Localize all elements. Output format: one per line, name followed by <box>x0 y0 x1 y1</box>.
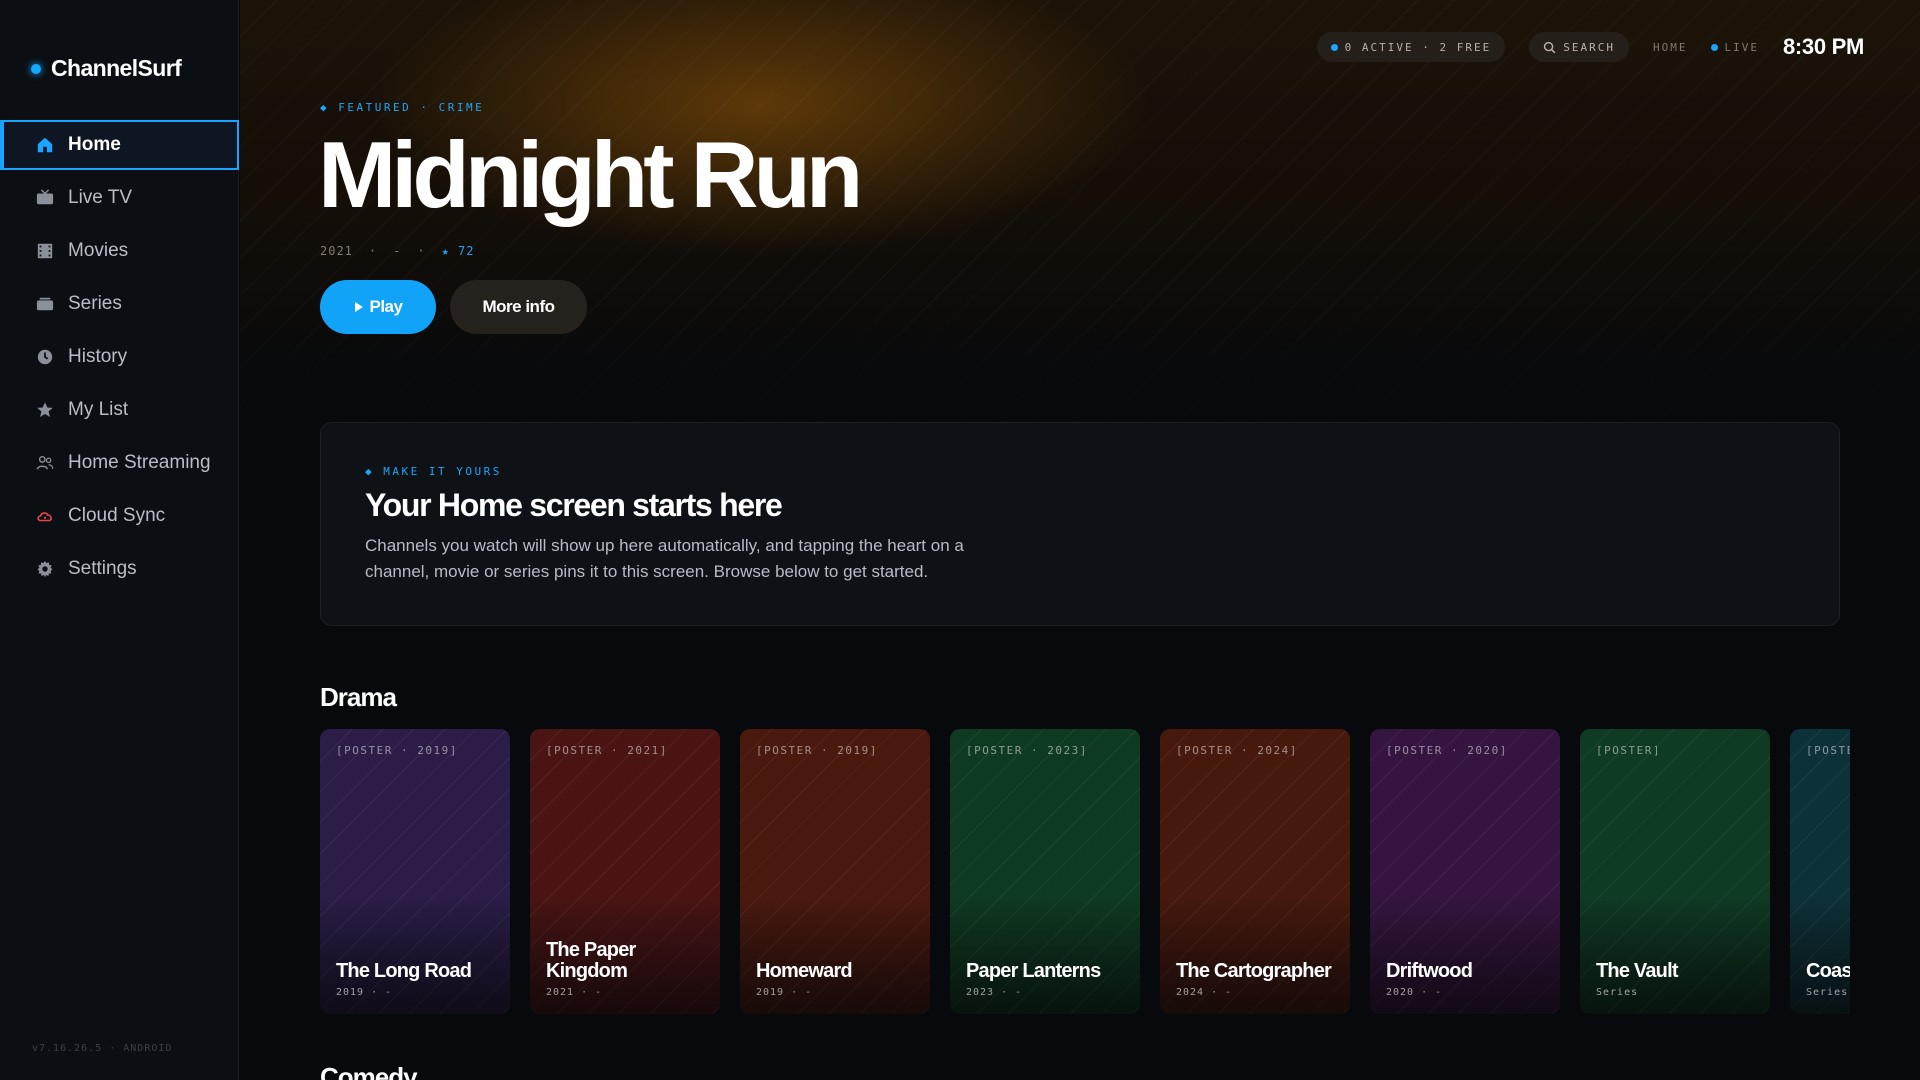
poster-title: Homeward <box>756 960 853 982</box>
connection-status-text: 0 ACTIVE · 2 FREE <box>1344 40 1492 54</box>
sidebar-item-my-list[interactable]: My List <box>0 385 239 435</box>
users-icon <box>36 454 54 472</box>
clock: 8:30 PM <box>1782 34 1864 59</box>
home-icon <box>36 136 54 154</box>
poster-subtitle: 2019 · - <box>336 987 393 998</box>
drama-row: [POSTER · 2019] The Long Road 2019 · - [… <box>320 729 1850 1014</box>
poster-tag: [POSTER] <box>1596 744 1661 757</box>
sidebar-item-label: Settings <box>68 558 137 579</box>
row-title-drama: Drama <box>320 682 397 712</box>
sidebar-item-live-tv[interactable]: Live TV <box>0 173 239 223</box>
gear-icon <box>36 560 54 578</box>
hero-rating: ★ 72 <box>441 244 475 258</box>
featured-tag: ◆ FEATURED · CRIME <box>320 101 485 114</box>
sidebar-item-label: Live TV <box>68 187 133 208</box>
sidebar-item-label: My List <box>68 399 129 420</box>
sidebar-item-label: Series <box>68 293 122 314</box>
hero-meta-separator: · <box>417 244 426 258</box>
poster-tag: [POSTER] <box>1806 744 1850 757</box>
clock-icon <box>36 348 54 366</box>
poster-card[interactable]: [POSTER · 2024] The Cartographer 2024 · … <box>1160 729 1350 1014</box>
sidebar-item-label: Home <box>68 134 121 155</box>
sidebar-item-series[interactable]: Series <box>0 279 239 329</box>
poster-title: Paper Lanterns <box>966 960 1101 982</box>
hero-title: Midnight Run <box>318 122 863 227</box>
play-button-label: Play <box>369 297 403 316</box>
home-intro-card: ◆ MAKE IT YOURS Your Home screen starts … <box>320 422 1840 626</box>
sidebar-item-settings[interactable]: Settings <box>0 544 239 594</box>
sidebar-item-cloud-sync[interactable]: Cloud Sync <box>0 491 239 541</box>
poster-title: Driftwood <box>1386 960 1473 982</box>
poster-subtitle: 2023 · - <box>966 987 1023 998</box>
sidebar-item-label: Cloud Sync <box>68 505 166 526</box>
poster-tag: [POSTER · 2023] <box>966 744 1088 757</box>
poster-title: The Cartographer <box>1176 960 1332 982</box>
connection-status-badge: 0 ACTIVE · 2 FREE <box>1316 32 1506 62</box>
row-title-comedy: Comedy <box>320 1062 418 1080</box>
poster-subtitle: 2024 · - <box>1176 987 1233 998</box>
star-icon <box>36 401 54 419</box>
sidebar-item-home-streaming[interactable]: Home Streaming <box>0 438 239 488</box>
poster-subtitle: 2019 · - <box>756 987 813 998</box>
sidebar-item-label: Movies <box>68 240 129 261</box>
poster-subtitle: Series <box>1806 987 1849 998</box>
hero-meta-separator: · <box>368 244 378 258</box>
hero-year: 2021 <box>320 244 353 258</box>
top-bar: 0 ACTIVE · 2 FREE SEARCH HOME LIVE 8:30 … <box>1316 32 1864 62</box>
tv-icon <box>36 189 54 207</box>
home-link[interactable]: HOME <box>1653 41 1688 54</box>
status-dot-icon <box>1330 43 1338 51</box>
intro-tag: ◆ MAKE IT YOURS <box>365 465 502 478</box>
poster-title: The Vault <box>1596 960 1679 982</box>
search-label: SEARCH <box>1563 40 1615 54</box>
hero-meta: 2021 · - · ★ 72 <box>320 244 475 258</box>
series-icon <box>36 295 54 313</box>
poster-tag: [POSTER · 2019] <box>756 744 878 757</box>
sidebar-item-label: History <box>68 346 128 367</box>
app-version: v7.16.26.5 · ANDROID <box>32 1043 173 1054</box>
search-button[interactable]: SEARCH <box>1529 32 1629 62</box>
poster-card[interactable]: [POSTER · 2020] Driftwood 2020 · - <box>1370 729 1560 1014</box>
film-icon <box>36 242 54 260</box>
search-icon <box>1544 41 1556 53</box>
play-icon <box>354 302 363 312</box>
poster-subtitle: 2020 · - <box>1386 987 1443 998</box>
main-content: 0 ACTIVE · 2 FREE SEARCH HOME LIVE 8:30 … <box>240 0 1920 1080</box>
poster-subtitle: 2021 · - <box>546 987 603 998</box>
brand-dot-icon <box>31 63 41 74</box>
intro-title: Your Home screen starts here <box>365 487 783 523</box>
sidebar-item-label: Home Streaming <box>68 452 211 473</box>
sidebar: ChannelSurf Home Live TV Movies Series H… <box>0 0 239 1080</box>
cloud-icon <box>36 507 54 525</box>
sidebar-item-history[interactable]: History <box>0 332 239 382</box>
poster-subtitle: Series <box>1596 987 1639 998</box>
poster-title: The Long Road <box>336 960 472 982</box>
poster-tag: [POSTER · 2019] <box>336 744 458 757</box>
live-dot-icon <box>1711 43 1719 51</box>
brand-logo: ChannelSurf <box>31 55 182 82</box>
poster-tag: [POSTER · 2020] <box>1386 744 1508 757</box>
poster-card[interactable]: [POSTER] The Vault Series <box>1580 729 1770 1014</box>
poster-tag: [POSTER · 2024] <box>1176 744 1298 757</box>
hero-duration: - <box>393 244 402 258</box>
poster-card[interactable]: [POSTER · 2019] The Long Road 2019 · - <box>320 729 510 1014</box>
intro-body: Channels you watch will show up here aut… <box>365 536 964 581</box>
sidebar-item-home[interactable]: Home <box>0 120 239 170</box>
sidebar-nav: Home Live TV Movies Series History My Li… <box>0 120 239 597</box>
sidebar-item-movies[interactable]: Movies <box>0 226 239 276</box>
poster-card[interactable]: [POSTER · 2021] The Paper Kingdom 2021 ·… <box>530 729 720 1014</box>
live-label: LIVE <box>1724 40 1759 54</box>
more-info-button-label: More info <box>482 297 556 316</box>
more-info-button[interactable]: More info <box>450 280 587 334</box>
play-button[interactable]: Play <box>320 280 436 334</box>
poster-card[interactable]: [POSTER · 2019] Homeward 2019 · - <box>740 729 930 1014</box>
poster-card[interactable]: [POSTER · 2023] Paper Lanterns 2023 · - <box>950 729 1140 1014</box>
poster-title: Coast <box>1806 960 1850 982</box>
live-link[interactable]: LIVE <box>1711 41 1759 54</box>
poster-card[interactable]: [POSTER] Coast Series <box>1790 729 1850 1014</box>
poster-tag: [POSTER · 2021] <box>546 744 668 757</box>
app-name: ChannelSurf <box>51 55 182 81</box>
poster-title: The Paper Kingdom <box>546 939 636 982</box>
